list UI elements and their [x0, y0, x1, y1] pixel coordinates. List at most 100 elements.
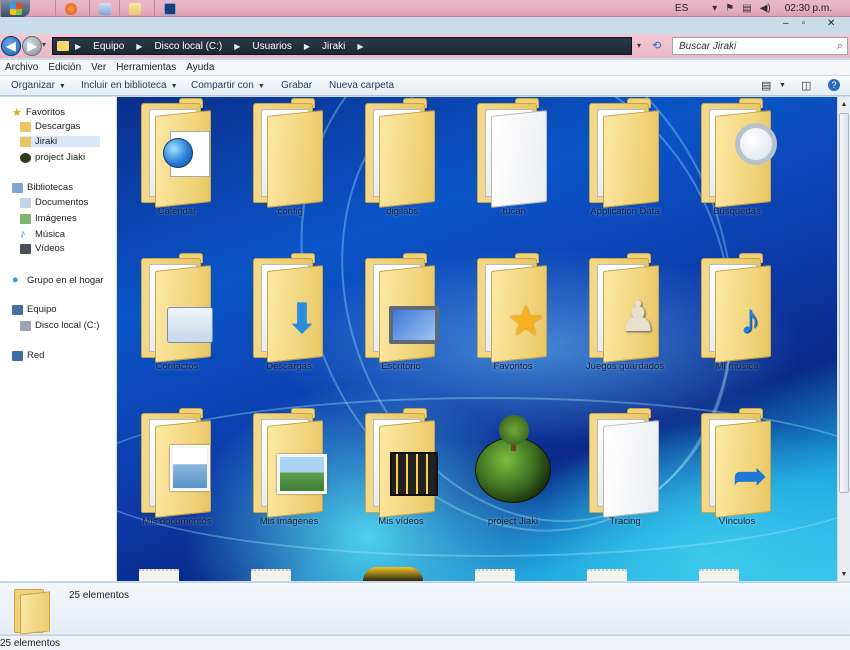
partial-item[interactable]	[139, 569, 179, 581]
volume-icon[interactable]: ◀)	[760, 3, 771, 14]
view-options-dropdown[interactable]: ▼	[779, 82, 786, 89]
item-calendar[interactable]: Calendar	[125, 97, 229, 247]
item-label: Búsquedas	[713, 206, 761, 217]
back-button[interactable]: ◀	[1, 36, 21, 56]
taskbar-photoshop-button[interactable]	[154, 0, 184, 17]
menu-herramientas[interactable]: Herramientas	[111, 60, 181, 75]
scroll-down-arrow-icon[interactable]: ▼	[838, 567, 850, 581]
documents-icon	[20, 197, 31, 208]
nav-item-imagenes[interactable]: Imágenes	[20, 213, 77, 224]
nav-item-descargas[interactable]: Descargas	[20, 121, 80, 132]
share-with-button[interactable]: Compartir con ▼	[191, 80, 265, 91]
item-application-data[interactable]: Application Data	[573, 97, 677, 247]
menu-ayuda[interactable]: Ayuda	[181, 60, 219, 75]
include-in-library-button[interactable]: Incluir en biblioteca ▼	[81, 80, 178, 91]
nav-favorites[interactable]: ★ Favoritos	[12, 106, 65, 119]
partial-item[interactable]	[587, 569, 627, 581]
chevron-right-icon[interactable]: ▶	[75, 42, 81, 51]
forward-button[interactable]: ▶	[22, 36, 42, 56]
item-label: Juegos guardados	[585, 361, 665, 372]
nav-homegroup[interactable]: ● Grupo en el hogar	[12, 274, 104, 286]
folder-icon	[14, 589, 50, 635]
item-mis-videos[interactable]: Mis vídeos	[349, 407, 453, 557]
preview-pane-icon[interactable]: ◫	[801, 79, 811, 92]
nav-item-label: project Jiaki	[35, 152, 86, 163]
nav-network[interactable]: Red	[12, 350, 44, 361]
refresh-icon[interactable]: ⟲	[652, 39, 661, 52]
help-icon[interactable]: ?	[828, 79, 840, 91]
partial-item[interactable]	[363, 567, 423, 581]
partial-item[interactable]	[699, 569, 739, 581]
breadcrumb-usuarios[interactable]: Usuarios	[252, 41, 291, 52]
network-icon[interactable]: ▤	[742, 3, 751, 14]
item-mis-imagenes[interactable]: Mis imágenes	[237, 407, 341, 557]
chevron-right-icon[interactable]: ▶	[304, 42, 310, 51]
nav-item-project-jiaki[interactable]: project Jiaki	[20, 152, 85, 163]
search-placeholder: Buscar Jiraki	[679, 41, 737, 52]
item-label: .config	[275, 206, 303, 217]
breadcrumb-equipo[interactable]: Equipo	[93, 41, 124, 52]
item-descargas[interactable]: ⬇ Descargas	[237, 252, 341, 402]
search-input[interactable]: Buscar Jiraki ⌕	[672, 37, 848, 55]
item-vinculos[interactable]: ➦ Vínculos	[685, 407, 789, 557]
item-tracing[interactable]: Tracing	[573, 407, 677, 557]
search-icon[interactable]: ⌕	[837, 40, 843, 53]
nav-item-documentos[interactable]: Documentos	[20, 197, 88, 208]
change-view-icon[interactable]: ▤	[761, 79, 771, 92]
address-bar[interactable]: ▶ Equipo ▶ Disco local (C:) ▶ Usuarios ▶ Ji…	[52, 37, 632, 55]
chevron-right-icon[interactable]: ▶	[357, 42, 363, 51]
nav-item-jiraki[interactable]: Jiraki	[20, 136, 100, 147]
documents-icon	[141, 408, 211, 518]
partial-item[interactable]	[475, 569, 515, 581]
organize-button[interactable]: Organizar ▼	[11, 80, 66, 91]
photoshop-icon	[163, 2, 176, 15]
nav-computer[interactable]: Equipo	[12, 304, 57, 315]
clock[interactable]: 02:30 p.m.	[785, 3, 832, 14]
taskbar-itunes-button[interactable]	[89, 0, 119, 17]
burn-button[interactable]: Grabar	[281, 80, 312, 91]
item-digilabs[interactable]: .digilabs	[349, 97, 453, 247]
item-tucan[interactable]: .tucan	[461, 97, 565, 247]
menu-edicion[interactable]: Edición	[43, 60, 86, 75]
nav-item-disco-local[interactable]: Disco local (C:)	[20, 320, 99, 331]
nav-libraries[interactable]: Bibliotecas	[12, 182, 73, 193]
item-mi-musica[interactable]: ♪ Mi música	[685, 252, 789, 402]
new-folder-button[interactable]: Nueva carpeta	[329, 80, 394, 91]
language-indicator[interactable]: ES	[675, 3, 688, 14]
close-button[interactable]: ✕	[827, 18, 835, 29]
item-label: Descargas	[266, 361, 312, 372]
breadcrumb-jiraki[interactable]: Jiraki	[322, 41, 345, 52]
item-favoritos[interactable]: ★ Favoritos	[461, 252, 565, 402]
taskbar-explorer-button[interactable]	[119, 0, 149, 17]
hard-drive-icon	[20, 320, 31, 331]
menu-archivo[interactable]: Archivo	[0, 60, 43, 75]
item-busquedas[interactable]: Búsquedas	[685, 97, 789, 247]
scroll-up-arrow-icon[interactable]: ▲	[838, 97, 850, 111]
item-juegos-guardados[interactable]: ♟ Juegos guardados	[573, 252, 677, 402]
menu-ver[interactable]: Ver	[86, 60, 111, 75]
item-project-jiaki[interactable]: project Jiaki	[461, 407, 565, 557]
item-mis-documentos[interactable]: Mis documentos	[125, 407, 229, 557]
scroll-thumb[interactable]	[839, 113, 849, 493]
maximize-button[interactable]: ▫	[802, 18, 806, 29]
nav-item-musica[interactable]: ♪ Música	[20, 228, 65, 240]
item-label: Mis vídeos	[378, 516, 424, 527]
flag-icon[interactable]: ⚑	[725, 3, 734, 14]
item-contactos[interactable]: Contactos	[125, 252, 229, 402]
minimize-button[interactable]: –	[783, 18, 789, 29]
breadcrumb-disco-local[interactable]: Disco local (C:)	[154, 41, 222, 52]
partial-item[interactable]	[251, 569, 291, 581]
chevron-right-icon[interactable]: ▶	[234, 42, 240, 51]
item-config[interactable]: .config	[237, 97, 341, 247]
item-escritorio[interactable]: Escritorio	[349, 252, 453, 402]
address-history-dropdown[interactable]: ▾	[637, 41, 641, 50]
keyboard-icon[interactable]: ▾	[712, 3, 717, 14]
nav-item-label: Imágenes	[35, 213, 77, 224]
start-button[interactable]	[0, 0, 30, 17]
vertical-scrollbar[interactable]: ▲ ▼	[837, 97, 850, 581]
recent-pages-dropdown[interactable]: ▾	[42, 40, 46, 49]
taskbar-firefox-button[interactable]	[55, 0, 85, 17]
nav-item-videos[interactable]: Vídeos	[20, 243, 65, 254]
chevron-right-icon[interactable]: ▶	[136, 42, 142, 51]
contact-card-icon	[141, 253, 213, 363]
